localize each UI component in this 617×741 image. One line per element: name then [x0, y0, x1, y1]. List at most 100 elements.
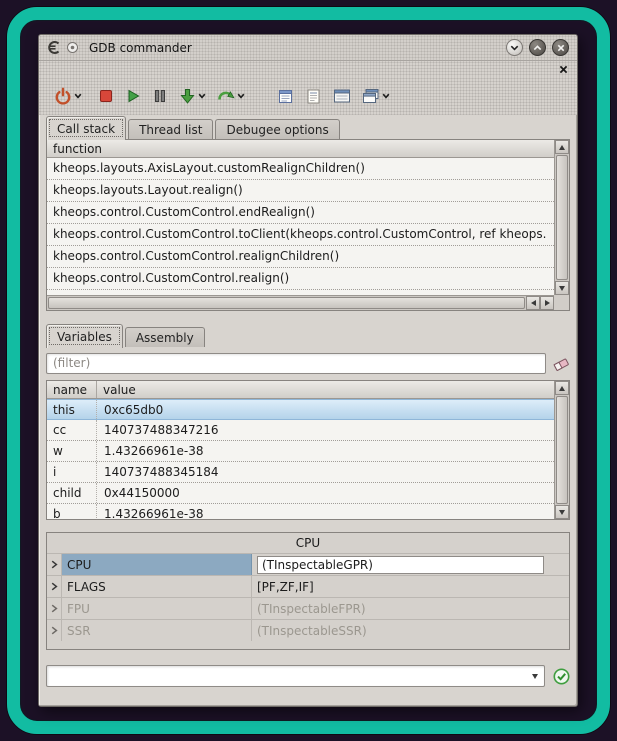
- variable-name: b: [47, 504, 97, 519]
- dropdown-chevron-icon[interactable]: [198, 93, 206, 99]
- close-button[interactable]: [552, 39, 569, 56]
- column-header-function[interactable]: function: [47, 140, 102, 157]
- call-stack-row[interactable]: kheops.control.CustomControl.realign(): [47, 268, 554, 290]
- gdb-commander-window: GDB commander: [38, 34, 578, 707]
- dropdown-chevron-icon[interactable]: [382, 93, 390, 99]
- step-over-button[interactable]: [214, 86, 248, 106]
- call-stack-row[interactable]: kheops.control.CustomControl.endRealign(…: [47, 202, 554, 224]
- scroll-up-button[interactable]: [555, 381, 569, 395]
- scroll-right-button[interactable]: [540, 296, 554, 310]
- command-combobox[interactable]: [46, 665, 545, 687]
- vertical-scrollbar[interactable]: [554, 381, 569, 519]
- variable-row[interactable]: cc 140737488347216: [47, 420, 554, 441]
- green-check-icon: [553, 668, 570, 685]
- variables-rows: this 0xc65db0 cc 140737488347216 w 1.432…: [47, 399, 554, 519]
- log-button[interactable]: [302, 86, 325, 107]
- dock-close-button[interactable]: [559, 65, 568, 74]
- expander[interactable]: [47, 554, 62, 575]
- run-icon: [125, 88, 141, 104]
- confirm-button[interactable]: [553, 668, 570, 685]
- chevron-up-icon: [533, 45, 542, 51]
- register-group-name[interactable]: CPU: [62, 554, 252, 575]
- title-bar[interactable]: GDB commander: [39, 35, 577, 61]
- vertical-scrollbar[interactable]: [554, 140, 569, 295]
- combo-dropdown-button[interactable]: [526, 666, 544, 686]
- call-stack-rows: kheops.layouts.AxisLayout.customRealignC…: [47, 158, 554, 295]
- call-stack-header: function: [47, 140, 554, 158]
- stop-button[interactable]: [95, 86, 117, 106]
- scrollbar-thumb[interactable]: [48, 297, 525, 309]
- variables-panel: name value this 0xc65db0 cc 140737488347…: [46, 380, 570, 520]
- column-header-name[interactable]: name: [47, 381, 97, 398]
- variable-value: 1.43266961e-38: [97, 441, 554, 461]
- call-stack-row[interactable]: kheops.layouts.Layout.realign(): [47, 180, 554, 202]
- step-over-icon: [217, 88, 235, 104]
- variable-row[interactable]: w 1.43266961e-38: [47, 441, 554, 462]
- register-value-editbox[interactable]: (TInspectableGPR): [257, 556, 544, 574]
- horizontal-scrollbar[interactable]: [47, 295, 554, 310]
- scroll-down-button[interactable]: [555, 505, 569, 519]
- stop-icon: [98, 88, 114, 104]
- dropdown-chevron-icon[interactable]: [237, 93, 245, 99]
- tab-variables[interactable]: Variables: [46, 324, 123, 348]
- register-group-name[interactable]: SSR: [62, 620, 252, 641]
- step-into-button[interactable]: [176, 86, 209, 107]
- eraser-icon: [553, 356, 570, 371]
- call-stack-row[interactable]: kheops.control.CustomControl.realignChil…: [47, 246, 554, 268]
- cpu-register-row[interactable]: CPU (TInspectableGPR): [47, 553, 569, 575]
- maximize-button[interactable]: [529, 39, 546, 56]
- dropdown-chevron-icon[interactable]: [74, 93, 82, 99]
- call-stack-row[interactable]: kheops.layouts.AxisLayout.customRealignC…: [47, 158, 554, 180]
- arrow-right-icon: [545, 300, 550, 306]
- memory-view-button[interactable]: [330, 86, 354, 106]
- variable-row[interactable]: i 140737488345184: [47, 462, 554, 483]
- arrow-down-icon: [559, 510, 565, 515]
- scroll-up-button[interactable]: [555, 140, 569, 154]
- window-list-button[interactable]: [359, 86, 393, 106]
- clear-filter-button[interactable]: [553, 356, 570, 371]
- arrow-up-icon: [559, 386, 565, 391]
- filter-input[interactable]: [46, 353, 546, 374]
- scrollbar-thumb[interactable]: [556, 155, 568, 280]
- variable-row[interactable]: child 0x44150000: [47, 483, 554, 504]
- power-button[interactable]: [51, 85, 85, 107]
- scrollbar-corner: [554, 295, 569, 310]
- chevron-down-icon: [510, 45, 519, 51]
- variable-value: 140737488345184: [97, 462, 554, 482]
- scroll-left-button[interactable]: [526, 296, 540, 310]
- tab-thread-list[interactable]: Thread list: [128, 119, 213, 139]
- debug-toolbar: [39, 77, 577, 115]
- run-button[interactable]: [122, 86, 144, 106]
- expander[interactable]: [47, 620, 62, 641]
- close-icon: [557, 44, 565, 52]
- variable-row[interactable]: b 1.43266961e-38: [47, 504, 554, 519]
- cpu-register-row[interactable]: FPU (TInspectableFPR): [47, 597, 569, 619]
- scroll-down-button[interactable]: [555, 281, 569, 295]
- cpu-register-row[interactable]: FLAGS [PF,ZF,IF]: [47, 575, 569, 597]
- tab-call-stack[interactable]: Call stack: [46, 116, 126, 140]
- expander[interactable]: [47, 598, 62, 619]
- chevron-right-icon: [51, 560, 58, 569]
- call-stack-row[interactable]: kheops.control.CustomControl.toClient(kh…: [47, 224, 554, 246]
- expander[interactable]: [47, 576, 62, 597]
- scrollbar-thumb[interactable]: [556, 396, 568, 504]
- window-title: GDB commander: [89, 41, 192, 55]
- arrow-down-icon: [559, 286, 565, 291]
- close-icon: [559, 65, 568, 74]
- tab-assembly[interactable]: Assembly: [125, 327, 205, 347]
- watch-list-button[interactable]: [274, 86, 297, 107]
- minimize-button[interactable]: [506, 39, 523, 56]
- register-group-name[interactable]: FLAGS: [62, 576, 252, 597]
- cpu-panel-title: CPU: [47, 533, 569, 553]
- tab-debugee-options[interactable]: Debugee options: [215, 119, 339, 139]
- log-icon: [305, 88, 322, 105]
- inspector-tabbar: Variables Assembly: [39, 323, 577, 347]
- cpu-panel: CPU CPU (TInspectableGPR) FLAGS [PF,ZF,I…: [46, 532, 570, 650]
- variable-value: 0xc65db0: [97, 400, 554, 419]
- variable-row[interactable]: this 0xc65db0: [47, 399, 554, 420]
- pause-button[interactable]: [149, 86, 171, 106]
- cpu-register-row[interactable]: SSR (TInspectableSSR): [47, 619, 569, 641]
- variable-value: 140737488347216: [97, 420, 554, 440]
- register-group-name[interactable]: FPU: [62, 598, 252, 619]
- column-header-value[interactable]: value: [97, 381, 136, 398]
